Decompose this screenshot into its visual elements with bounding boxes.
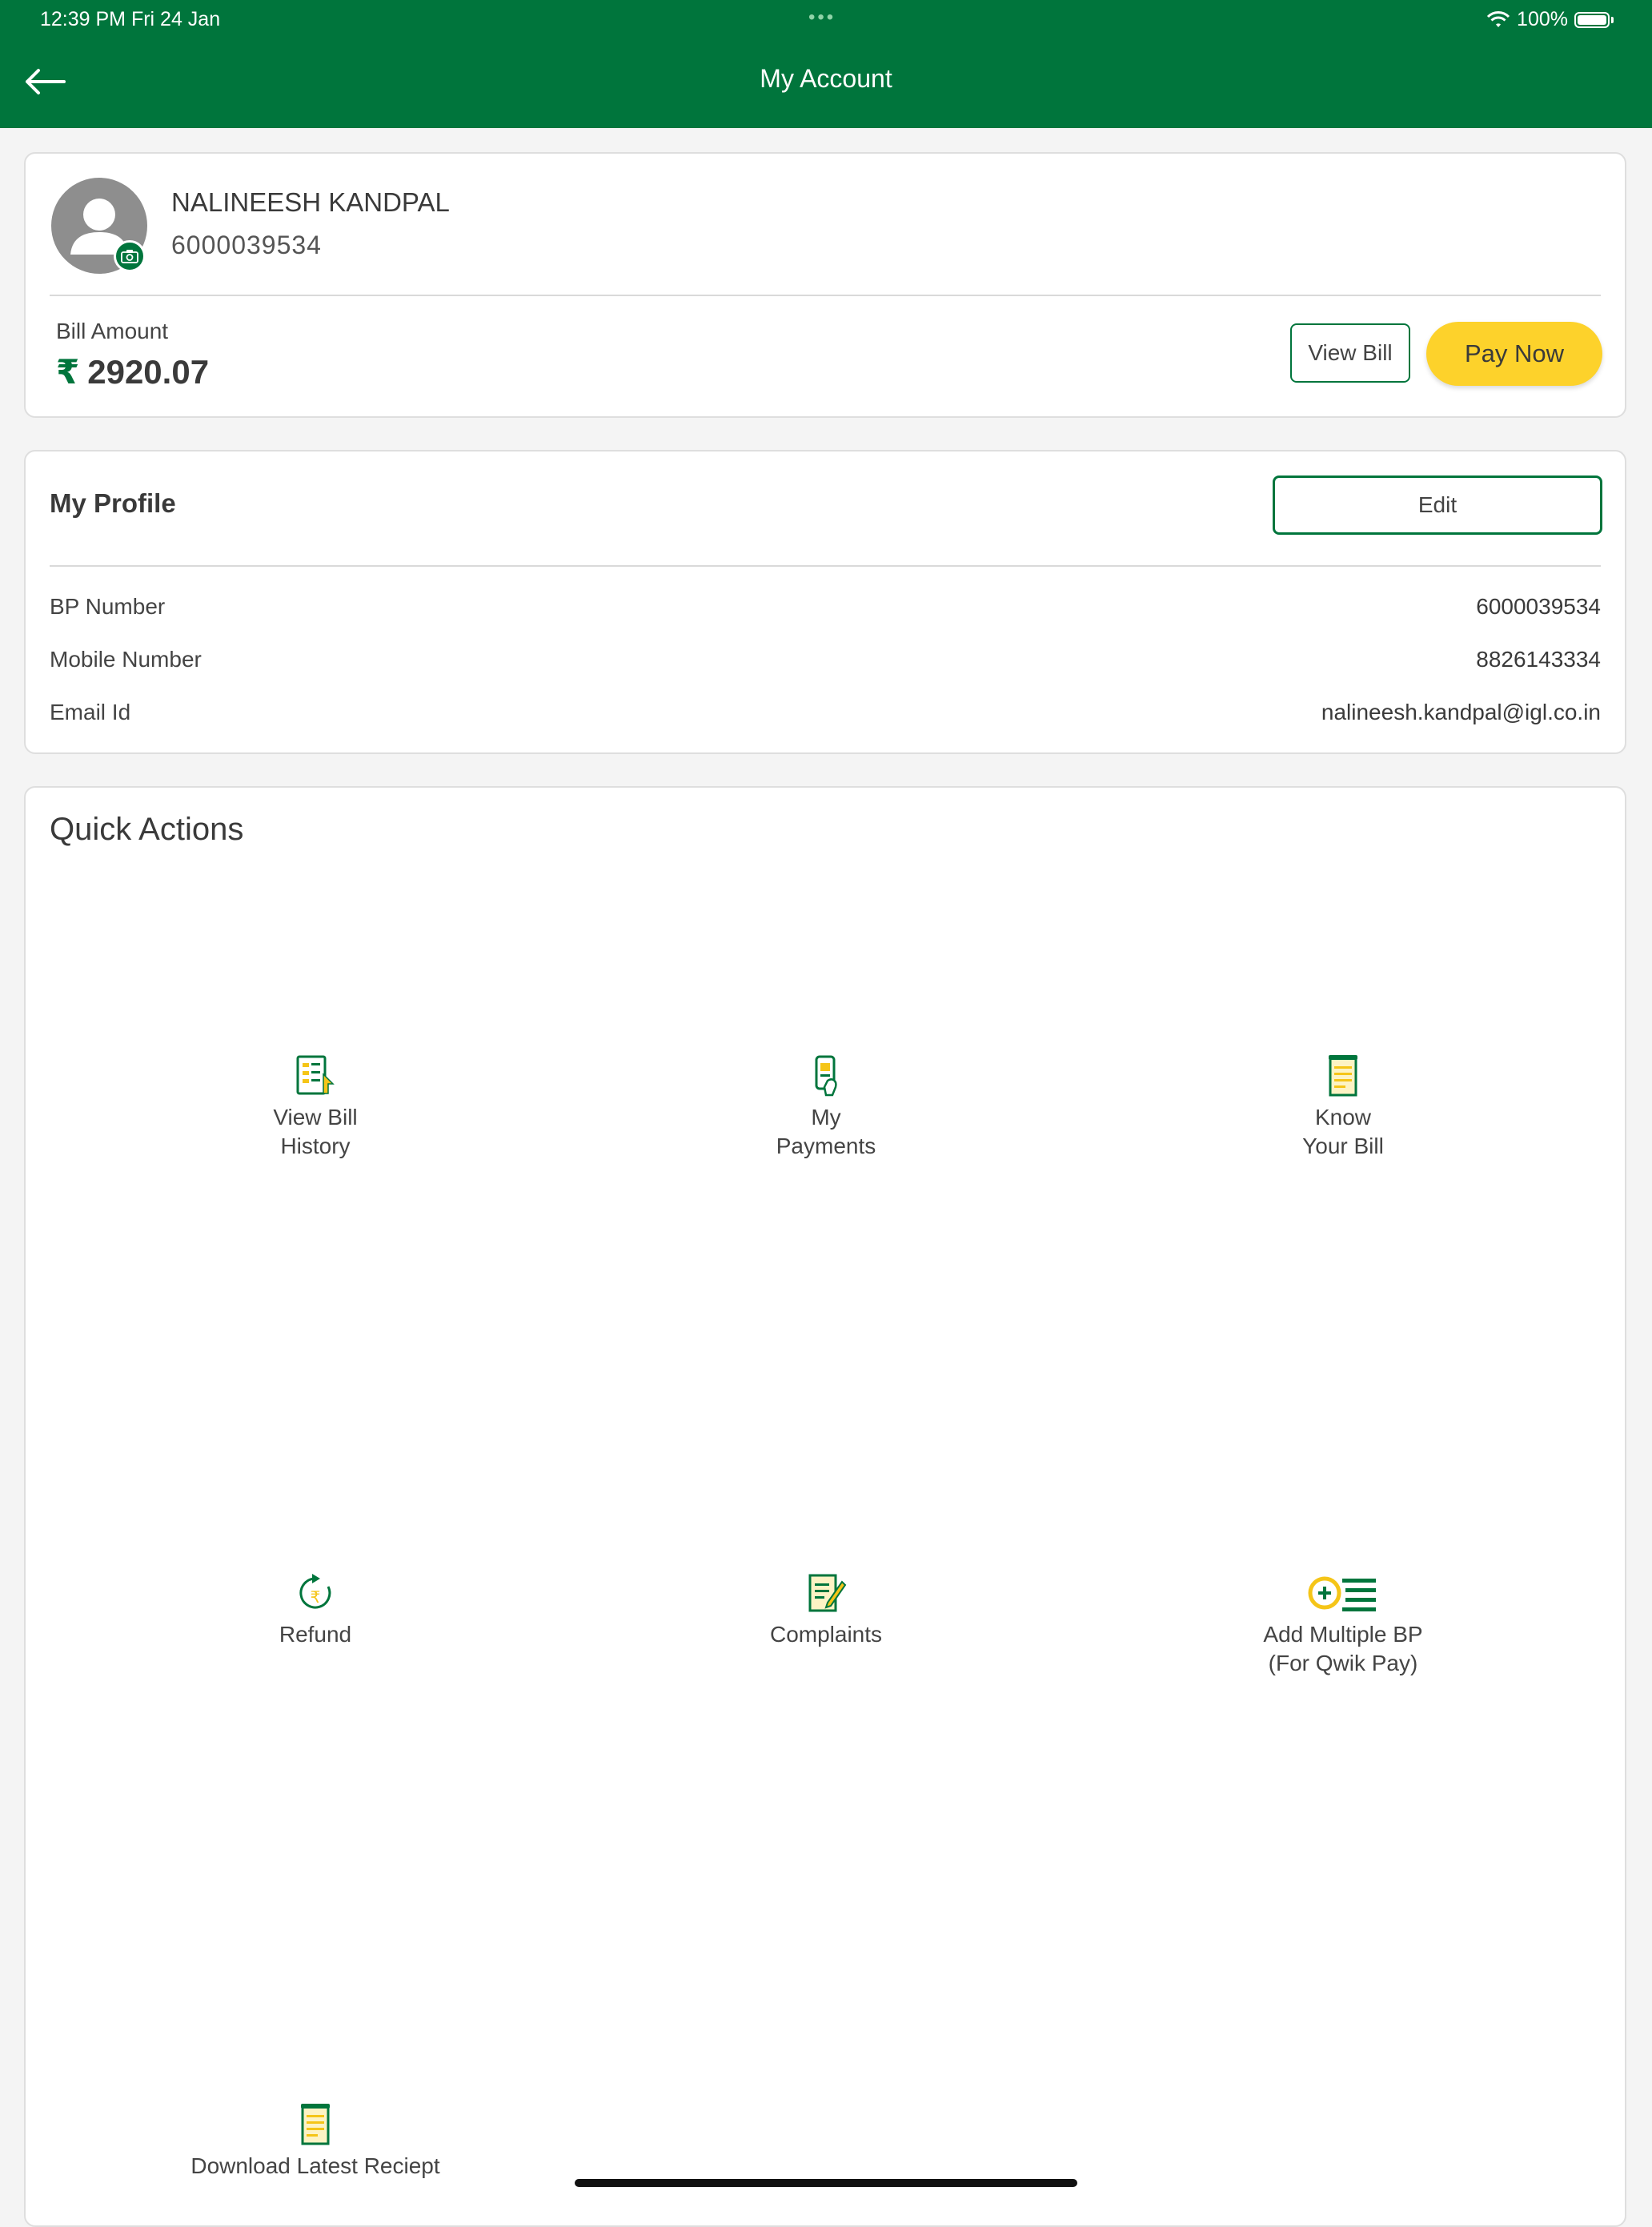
- profile-title: My Profile: [50, 488, 176, 518]
- camera-icon[interactable]: [114, 240, 146, 272]
- profile-row-label: Email Id: [50, 700, 131, 724]
- quick-action-label: Complaints: [769, 1622, 883, 1647]
- user-name: NALINEESH KANDPAL: [171, 187, 450, 217]
- profile-row-value: nalineesh.kandpal@igl.co.in: [1321, 700, 1601, 724]
- battery-icon: [1574, 11, 1610, 28]
- quick-action-label: Download Latest Reciept: [190, 2153, 440, 2178]
- divider: [50, 295, 1601, 296]
- app-header: 12:39 PM Fri 24 Jan ••• 100% My Account: [0, 0, 1652, 128]
- page-title: My Account: [760, 64, 892, 93]
- multitasking-dots-icon[interactable]: •••: [808, 6, 836, 29]
- view-bill-button[interactable]: View Bill: [1290, 323, 1410, 383]
- mobile-payment-icon: [815, 1055, 837, 1097]
- profile-row-mobile-number: Mobile Number 8826143334: [50, 647, 1601, 679]
- quick-action-label: Know Your Bill: [1302, 1105, 1384, 1158]
- account-summary-card: NALINEESH KANDPAL 6000039534 Bill Amount…: [24, 152, 1626, 418]
- quick-action-refund[interactable]: ₹ Refund: [91, 1571, 539, 1649]
- quick-action-add-multiple-bp[interactable]: Add Multiple BP (For Qwik Pay): [1119, 1571, 1567, 1678]
- quick-action-download-receipt[interactable]: Download Latest Reciept: [91, 2102, 539, 2181]
- receipt-download-icon: [301, 2104, 330, 2145]
- rupee-icon: ₹: [56, 353, 80, 391]
- quick-actions-card: Quick Actions View Bill History My Payme…: [24, 786, 1626, 2227]
- quick-action-label: Refund: [279, 1622, 352, 1647]
- quick-actions-title: Quick Actions: [50, 812, 244, 847]
- bill-amount: ₹ 2920.07: [56, 352, 209, 391]
- bill-amount-label: Bill Amount: [56, 319, 169, 343]
- refund-icon: ₹: [299, 1574, 331, 1609]
- add-list-icon: [1308, 1576, 1376, 1611]
- divider: [50, 565, 1601, 567]
- quick-action-label: View Bill History: [273, 1105, 358, 1158]
- quick-action-my-payments[interactable]: My Payments: [602, 1053, 1050, 1161]
- bill-receipt-icon: [1329, 1055, 1357, 1097]
- profile-row-value: 8826143334: [1476, 647, 1601, 672]
- profile-card: My Profile Edit BP Number 6000039534 Mob…: [24, 450, 1626, 754]
- user-bp-number: 6000039534: [171, 231, 322, 259]
- quick-action-label: Add Multiple BP (For Qwik Pay): [1263, 1622, 1423, 1675]
- edit-profile-button[interactable]: Edit: [1273, 475, 1602, 535]
- bill-amount-value: 2920.07: [87, 352, 210, 391]
- home-indicator[interactable]: [575, 2179, 1077, 2187]
- profile-row-email: Email Id nalineesh.kandpal@igl.co.in: [50, 700, 1601, 732]
- pay-now-button[interactable]: Pay Now: [1426, 322, 1602, 386]
- battery-percent: 100%: [1517, 8, 1568, 30]
- profile-row-value: 6000039534: [1476, 594, 1601, 619]
- quick-action-label: My Payments: [776, 1105, 876, 1158]
- profile-row-bp-number: BP Number 6000039534: [50, 594, 1601, 626]
- svg-text:₹: ₹: [311, 1587, 321, 1607]
- bill-history-icon: [296, 1055, 335, 1095]
- quick-action-know-your-bill[interactable]: Know Your Bill: [1119, 1053, 1567, 1161]
- wifi-icon: [1486, 10, 1510, 27]
- status-indicators: 100%: [1486, 8, 1614, 31]
- profile-row-label: BP Number: [50, 594, 166, 619]
- quick-action-view-bill-history[interactable]: View Bill History: [91, 1053, 539, 1161]
- profile-row-label: Mobile Number: [50, 647, 202, 672]
- quick-action-complaints[interactable]: Complaints: [602, 1571, 1050, 1649]
- complaint-icon: [808, 1574, 847, 1612]
- status-time: 12:39 PM Fri 24 Jan: [40, 8, 221, 30]
